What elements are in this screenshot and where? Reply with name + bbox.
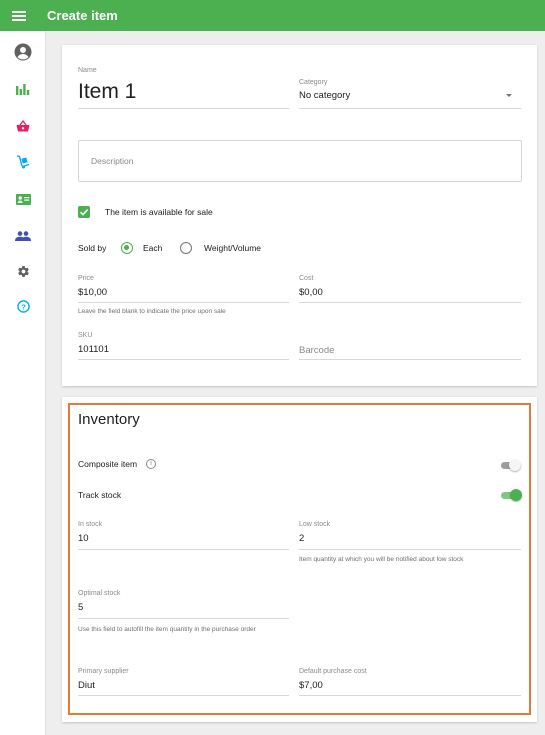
low-stock-hint: Item quantity at which you will be notif… (299, 556, 464, 563)
track-stock-toggle[interactable] (501, 488, 522, 502)
optimal-stock-value: 5 (78, 602, 84, 613)
optimal-stock-hint: Use this field to autofill the item quan… (78, 626, 256, 633)
info-icon[interactable]: i (146, 459, 156, 469)
sidebar: ? (0, 31, 46, 735)
item-name-field[interactable]: Name Item 1 (78, 67, 289, 109)
sku-label: SKU (78, 332, 93, 339)
category-value: No category (299, 90, 351, 101)
barcode-placeholder: Barcode (299, 345, 335, 356)
help-icon[interactable]: ? (0, 293, 46, 319)
price-hint: Leave the field blank to indicate the pr… (78, 308, 226, 315)
optimal-stock-label: Optimal stock (78, 590, 121, 597)
cost-value: $0,00 (299, 287, 323, 298)
category-select[interactable]: Category No category (299, 79, 521, 109)
page-title: Create item (47, 8, 118, 23)
default-purchase-cost-label: Default purchase cost (299, 668, 367, 675)
primary-supplier-field[interactable]: Primary supplier Diut (78, 668, 289, 696)
in-stock-label: In stock (78, 521, 103, 528)
composite-item-label: Composite item (78, 459, 138, 469)
account-icon[interactable] (0, 39, 46, 65)
price-value: $10,00 (78, 287, 108, 298)
sold-by-each-radio[interactable] (121, 242, 133, 254)
sku-value: 101101 (78, 344, 109, 355)
sold-by-label: Sold by (78, 243, 107, 253)
optimal-stock-field[interactable]: Optimal stock 5 (78, 590, 289, 619)
track-stock-label: Track stock (78, 490, 122, 500)
inventory-title: Inventory (78, 411, 140, 428)
cost-label: Cost (299, 275, 314, 282)
sold-by-each-label: Each (143, 243, 163, 253)
low-stock-label: Low stock (299, 521, 331, 528)
inventory-icon[interactable] (0, 149, 46, 175)
available-for-sale-checkbox[interactable] (78, 206, 90, 218)
primary-supplier-label: Primary supplier (78, 668, 129, 675)
in-stock-value: 10 (78, 533, 89, 544)
svg-text:?: ? (21, 302, 26, 311)
price-field[interactable]: Price $10,00 (78, 275, 289, 303)
inventory-card: Inventory Composite item i Track stock I… (62, 397, 537, 722)
item-name-label: Name (78, 67, 97, 74)
default-purchase-cost-value: $7,00 (299, 680, 323, 691)
category-label: Category (299, 79, 328, 86)
hamburger-menu-icon[interactable] (12, 10, 26, 21)
cost-field[interactable]: Cost $0,00 (299, 275, 521, 303)
sku-field[interactable]: SKU 101101 (78, 332, 289, 360)
description-placeholder: Description (91, 156, 134, 166)
settings-gear-icon[interactable] (0, 258, 46, 284)
sold-by-weight-label: Weight/Volume (204, 243, 262, 253)
available-for-sale-label: The item is available for sale (105, 207, 213, 217)
chevron-down-icon (506, 94, 512, 97)
low-stock-value: 2 (299, 533, 305, 544)
customers-icon[interactable] (0, 223, 46, 249)
top-app-bar: Create item (0, 0, 545, 31)
item-details-card: Name Item 1 Category No category Descrip… (62, 45, 537, 386)
primary-supplier-value: Diut (78, 680, 95, 691)
price-label: Price (78, 275, 94, 282)
description-field[interactable]: Description (78, 140, 522, 182)
reports-icon[interactable] (0, 76, 46, 102)
sold-by-weight-radio[interactable] (180, 242, 192, 254)
composite-item-toggle[interactable] (501, 458, 521, 472)
low-stock-field[interactable]: Low stock 2 (299, 521, 521, 550)
default-purchase-cost-field[interactable]: Default purchase cost $7,00 (299, 668, 521, 696)
item-name-value: Item 1 (78, 80, 137, 103)
in-stock-field[interactable]: In stock 10 (78, 521, 289, 550)
employees-icon[interactable] (0, 186, 46, 212)
items-basket-icon[interactable] (0, 113, 46, 139)
barcode-field[interactable]: Barcode (299, 341, 521, 360)
